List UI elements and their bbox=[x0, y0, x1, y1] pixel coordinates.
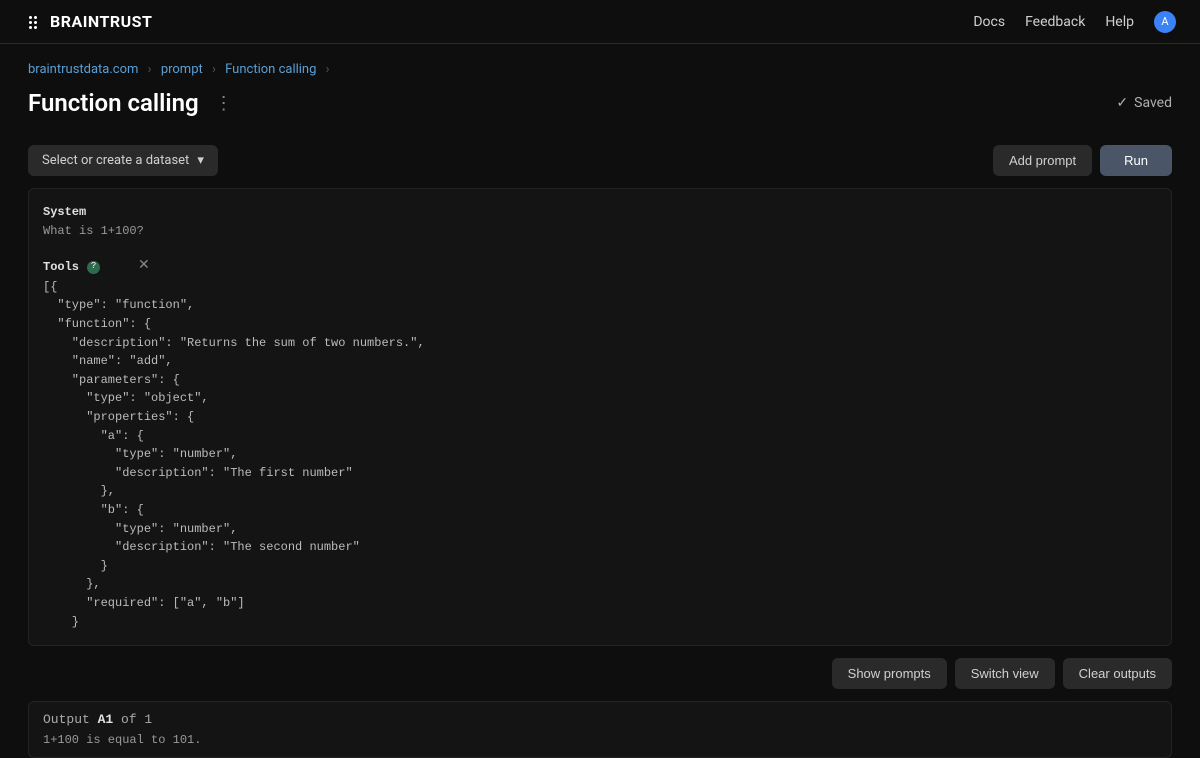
logo-icon bbox=[28, 15, 42, 29]
output-text: 1+100 is equal to 101. bbox=[43, 733, 1157, 747]
output-panel: Output A1 of 1 1+100 is equal to 101. bbox=[28, 701, 1172, 758]
clear-outputs-button[interactable]: Clear outputs bbox=[1063, 658, 1172, 689]
run-button[interactable]: Run bbox=[1100, 145, 1172, 176]
brand-text: BRAINTRUST bbox=[50, 12, 152, 31]
nav-docs[interactable]: Docs bbox=[973, 14, 1005, 30]
switch-view-button[interactable]: Switch view bbox=[955, 658, 1055, 689]
chevron-right-icon: › bbox=[326, 62, 330, 77]
nav-feedback[interactable]: Feedback bbox=[1025, 14, 1085, 30]
check-icon: ✓ bbox=[1116, 95, 1128, 111]
tools-label: Tools bbox=[43, 258, 79, 277]
brand-logo[interactable]: BRAINTRUST bbox=[28, 12, 152, 31]
more-icon[interactable]: ⋮ bbox=[211, 91, 237, 116]
nav-help[interactable]: Help bbox=[1105, 14, 1134, 30]
chevron-right-icon: › bbox=[212, 62, 216, 77]
output-id: A1 bbox=[98, 712, 114, 727]
tools-code[interactable]: [{ "type": "function", "function": { "de… bbox=[43, 278, 1157, 631]
prompt-editor: System What is 1+100? Tools ? ✕ [{ "type… bbox=[28, 188, 1172, 646]
system-label: System bbox=[43, 203, 1157, 222]
show-prompts-button[interactable]: Show prompts bbox=[832, 658, 947, 689]
breadcrumb-project[interactable]: prompt bbox=[161, 62, 203, 77]
chevron-down-icon: ▾ bbox=[197, 153, 204, 168]
breadcrumb-page[interactable]: Function calling bbox=[225, 62, 316, 77]
avatar[interactable]: A bbox=[1154, 11, 1176, 33]
dataset-placeholder: Select or create a dataset bbox=[42, 153, 189, 168]
help-icon[interactable]: ? bbox=[87, 261, 100, 274]
page-title: Function calling bbox=[28, 89, 199, 117]
chevron-right-icon: › bbox=[148, 62, 152, 77]
breadcrumb: braintrustdata.com › prompt › Function c… bbox=[0, 44, 1200, 85]
saved-label: Saved bbox=[1134, 95, 1172, 111]
status-saved: ✓ Saved bbox=[1116, 95, 1172, 111]
close-icon[interactable]: ✕ bbox=[138, 256, 150, 278]
add-prompt-button[interactable]: Add prompt bbox=[993, 145, 1092, 176]
breadcrumb-root[interactable]: braintrustdata.com bbox=[28, 62, 138, 77]
system-text[interactable]: What is 1+100? bbox=[43, 222, 1157, 241]
output-header: Output A1 of 1 bbox=[43, 712, 1157, 727]
dataset-select[interactable]: Select or create a dataset ▾ bbox=[28, 145, 218, 176]
